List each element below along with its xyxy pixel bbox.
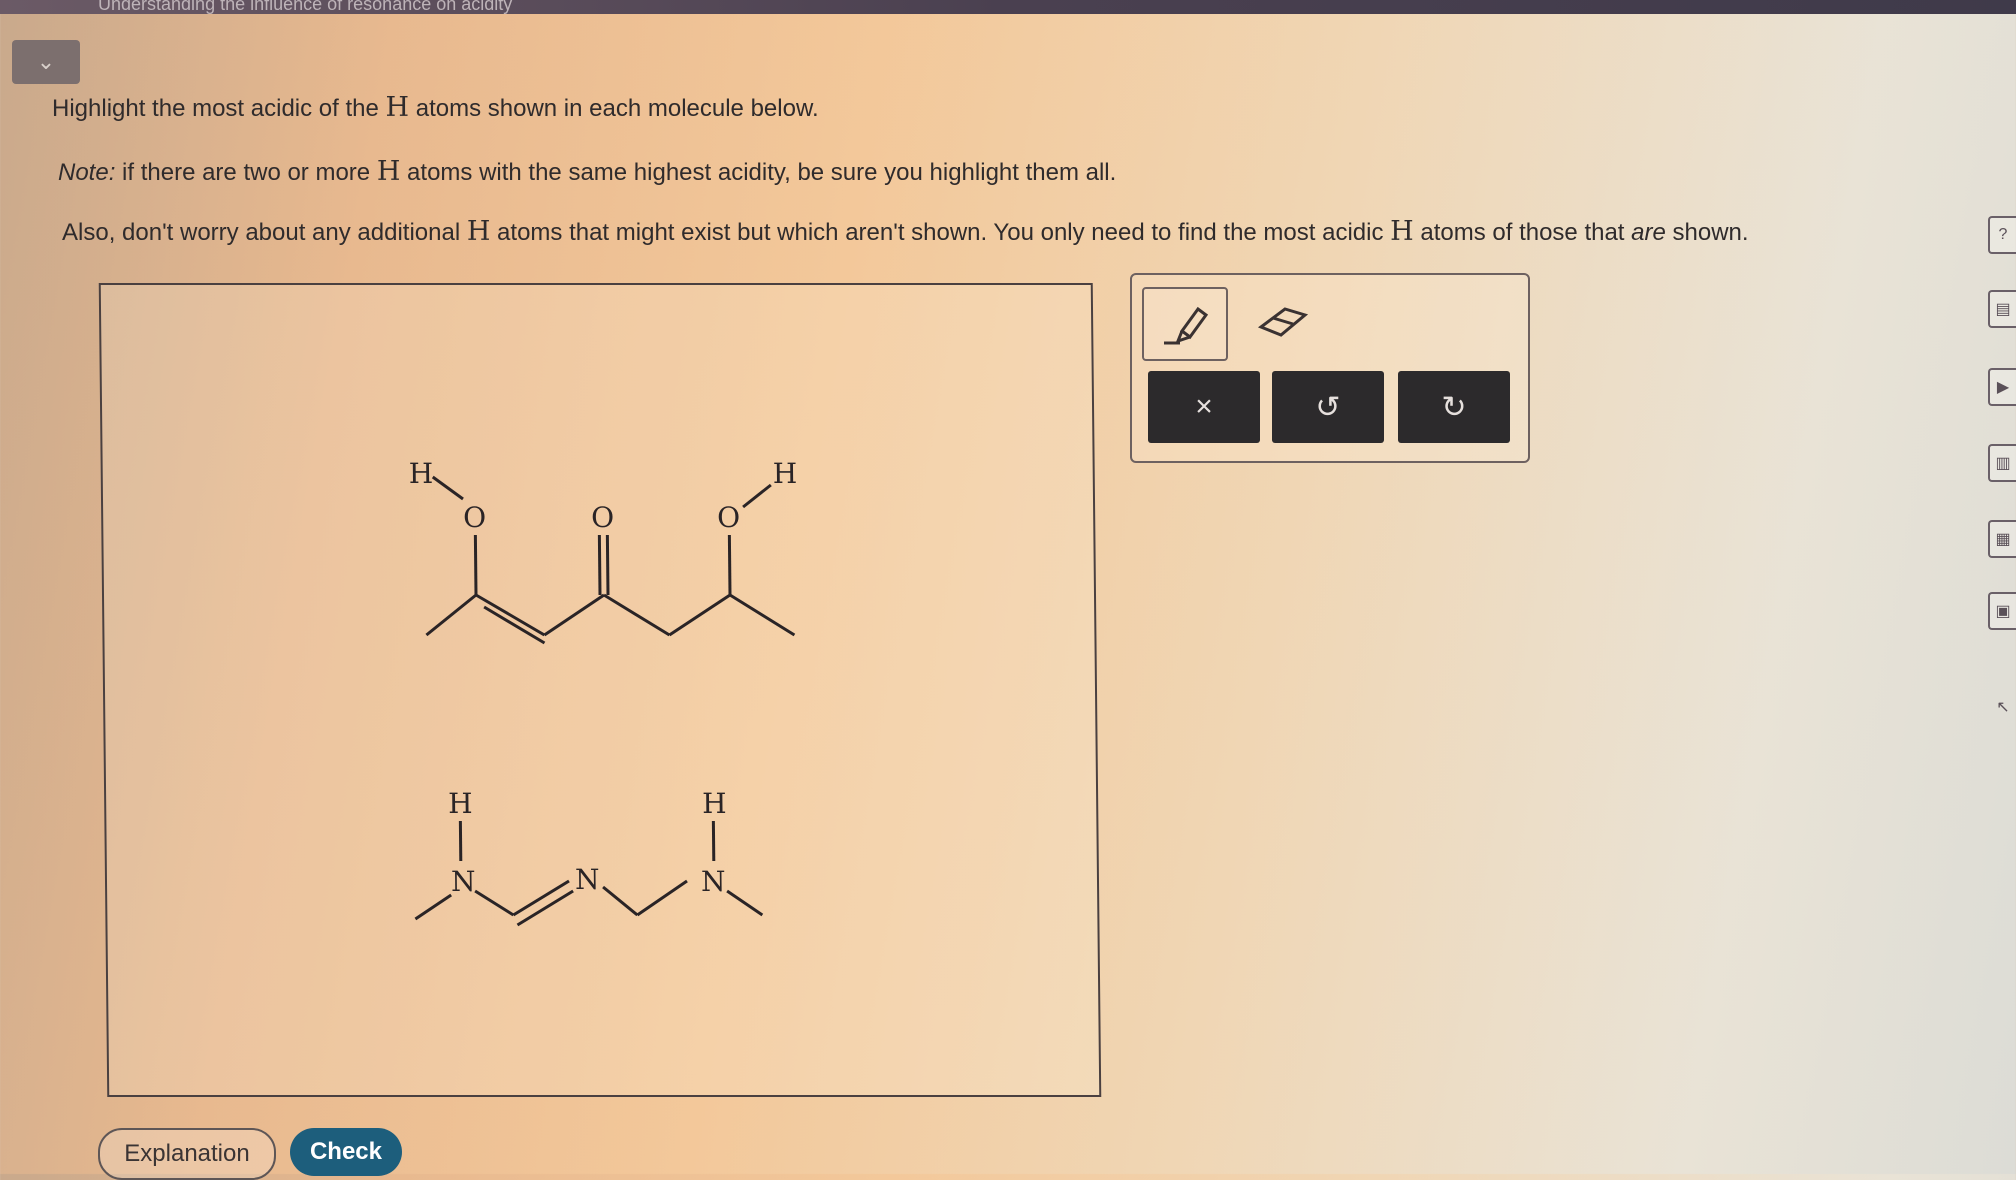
undo-button[interactable]: ↺ <box>1272 371 1384 443</box>
molecule-1-h-left[interactable]: H <box>409 457 434 490</box>
data-icon[interactable]: ▣ <box>1988 592 2016 630</box>
window-title-bar: Understanding the influence of resonance… <box>0 0 2016 14</box>
cursor-icon: ↖ <box>1990 690 2016 724</box>
molecule-2-n-left: N <box>451 865 476 898</box>
redo-button[interactable]: ↻ <box>1398 371 1510 443</box>
highlighter-icon <box>1160 301 1210 347</box>
collapse-button[interactable]: ⌄ <box>12 40 80 84</box>
eraser-tool-button[interactable] <box>1242 287 1324 357</box>
molecule-2-n-right: N <box>701 865 726 898</box>
assignment-title: Understanding the influence of resonance… <box>98 0 512 15</box>
chevron-down-icon: ⌄ <box>37 49 55 74</box>
close-icon: × <box>1195 390 1213 424</box>
chart-icon[interactable]: ▥ <box>1988 444 2016 482</box>
instruction-line-2: Note: if there are two or more H atoms w… <box>58 156 1116 187</box>
molecule-2-n-mid: N <box>575 863 600 896</box>
calculator-icon[interactable]: ▤ <box>1988 290 2016 328</box>
clear-button[interactable]: × <box>1148 371 1260 443</box>
instruction-line-1: Highlight the most acidic of the H atoms… <box>52 92 819 123</box>
check-button[interactable]: Check <box>290 1128 402 1176</box>
eraser-icon <box>1255 299 1311 345</box>
molecule-1-o-left: O <box>463 501 486 534</box>
redo-icon: ↻ <box>1441 390 1466 425</box>
drawing-toolbar: × ↺ ↻ <box>1130 273 1530 463</box>
video-icon[interactable]: ▶ <box>1988 368 2016 406</box>
molecule-2-h-left[interactable]: H <box>448 787 473 820</box>
instruction-line-3: Also, don't worry about any additional H… <box>62 216 1749 247</box>
molecule-canvas[interactable]: H O O O H H N N N H <box>99 283 1102 1097</box>
periodic-table-icon[interactable]: ▦ <box>1988 520 2016 558</box>
molecule-1-o-right: O <box>717 501 740 534</box>
undo-icon: ↺ <box>1315 390 1340 425</box>
explanation-button[interactable]: Explanation <box>98 1128 276 1180</box>
molecule-2-h-right[interactable]: H <box>702 787 727 820</box>
highlight-tool-button[interactable] <box>1142 287 1228 361</box>
help-icon[interactable]: ? <box>1988 216 2016 254</box>
molecule-1-h-right[interactable]: H <box>773 457 798 490</box>
molecule-1-o-mid: O <box>591 501 614 534</box>
